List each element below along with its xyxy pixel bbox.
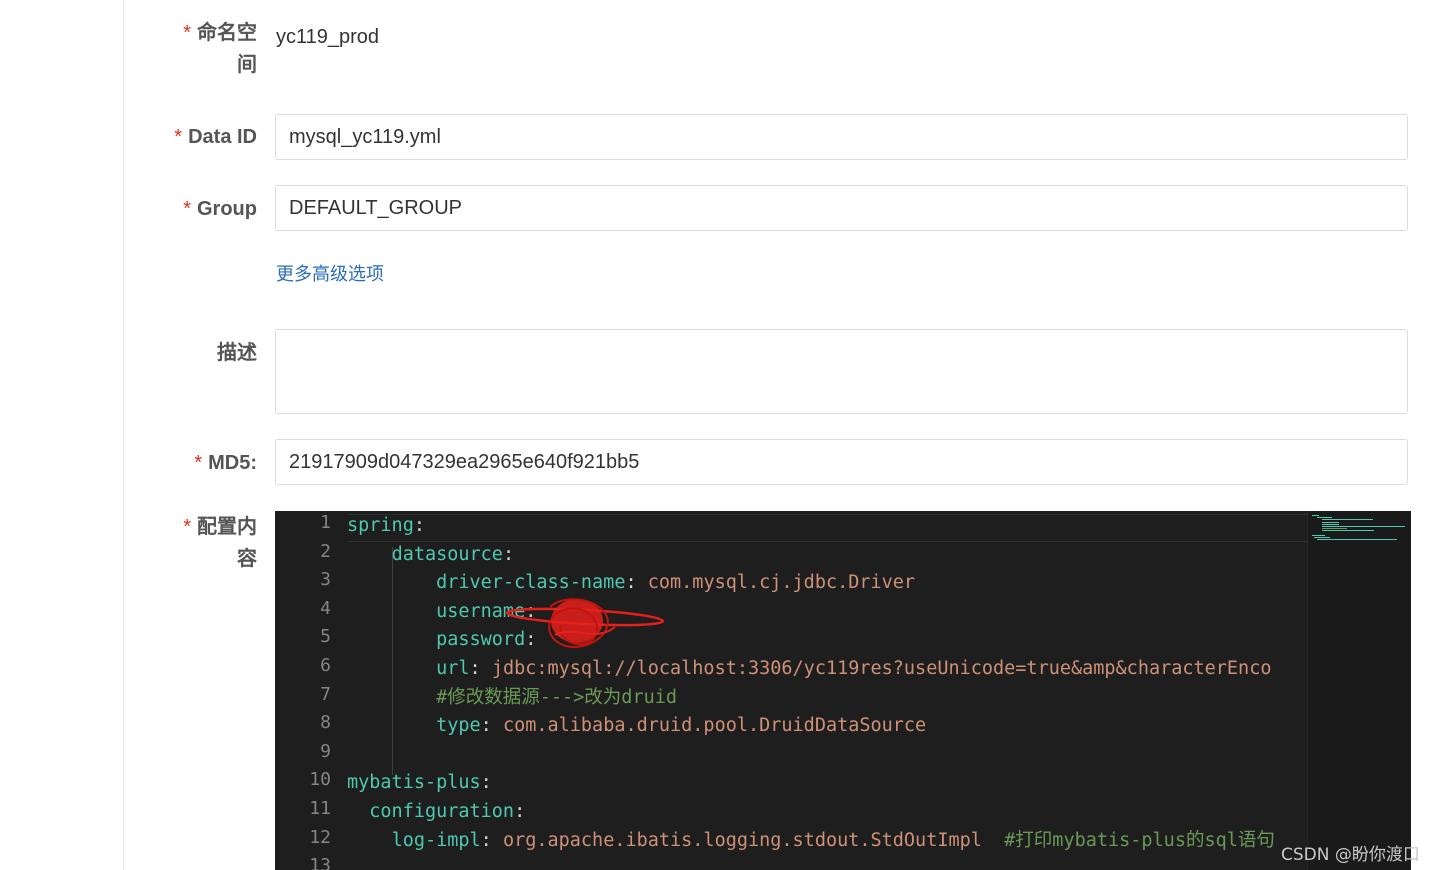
minimap-line bbox=[1321, 523, 1339, 525]
description-textarea[interactable] bbox=[275, 329, 1408, 414]
group-input[interactable]: DEFAULT_GROUP bbox=[275, 185, 1408, 231]
required-marker: * bbox=[194, 452, 203, 474]
line-number: 5 bbox=[320, 626, 331, 648]
line-number: 13 bbox=[309, 855, 331, 870]
line-number: 7 bbox=[320, 683, 331, 705]
code-line: type: com.alibaba.druid.pool.DruidDataSo… bbox=[347, 712, 926, 740]
code-line: configuration: bbox=[347, 798, 525, 826]
required-marker: * bbox=[183, 22, 191, 44]
code-line: #修改数据源--->改为druid bbox=[347, 684, 677, 712]
yaml-comment: #打印mybatis-plus的sql语句 bbox=[981, 829, 1275, 851]
yaml-value: com.mysql.cj.jdbc.Driver bbox=[647, 572, 916, 594]
code-line: password: bbox=[347, 626, 536, 654]
line-number: 8 bbox=[320, 712, 331, 734]
minimap-line bbox=[1312, 534, 1325, 536]
required-marker: * bbox=[174, 126, 183, 148]
yaml-key: datasource bbox=[391, 543, 503, 565]
code-line: spring: bbox=[347, 512, 425, 540]
data-id-label: * Data ID bbox=[174, 126, 257, 148]
code-content-area[interactable]: spring: datasource: driver-class-name: c… bbox=[347, 511, 1307, 870]
line-number: 6 bbox=[320, 655, 331, 676]
config-content-label: * 配置内 容 bbox=[183, 516, 257, 570]
config-edit-page: * 命名空 间 yc119_prod * Data ID mysql_yc119.y… bbox=[0, 0, 1431, 870]
minimap-line bbox=[1316, 539, 1397, 541]
code-line: driver-class-name: com.mysql.cj.jdbc.Dri… bbox=[347, 569, 915, 597]
yaml-separator: : bbox=[525, 600, 537, 622]
line-number: 1 bbox=[320, 512, 331, 533]
csdn-watermark: CSDN @盼你渡口 bbox=[1281, 845, 1420, 865]
yaml-separator: : bbox=[480, 829, 503, 851]
yaml-key: spring bbox=[347, 515, 414, 536]
advanced-options-link[interactable]: 更多高级选项 bbox=[276, 260, 384, 286]
yaml-key: type bbox=[436, 715, 481, 737]
yaml-separator: : bbox=[502, 543, 515, 565]
yaml-value: com.alibaba.druid.pool.DruidDataSource bbox=[502, 715, 927, 737]
md5-input[interactable]: 21917909d047329ea2965e640f921bb5 bbox=[275, 439, 1408, 485]
namespace-value: yc119_prod bbox=[276, 26, 380, 48]
line-number: 12 bbox=[309, 826, 331, 848]
data-id-input[interactable]: mysql_yc119.yml bbox=[275, 114, 1408, 160]
yaml-key: log-impl bbox=[391, 829, 481, 851]
minimap-line bbox=[1321, 521, 1339, 523]
yaml-separator: : bbox=[625, 572, 648, 594]
yaml-separator: : bbox=[413, 515, 425, 536]
line-number: 9 bbox=[320, 740, 331, 762]
yaml-key: url bbox=[436, 658, 470, 679]
line-number-gutter: 1 2 3 4 5 6 7 8 9 10 11 12 13 bbox=[275, 511, 341, 870]
line-number: 4 bbox=[320, 597, 331, 619]
code-line: datasource: bbox=[347, 541, 515, 569]
md5-label: * MD5: bbox=[194, 452, 257, 474]
yaml-key: username bbox=[436, 600, 526, 622]
line-number: 10 bbox=[309, 769, 331, 791]
yaml-separator: : bbox=[480, 715, 503, 737]
line-number: 3 bbox=[320, 569, 331, 591]
code-editor[interactable]: 1 2 3 4 5 6 7 8 9 10 11 12 13 spring: datasource: dr… bbox=[275, 511, 1411, 870]
yaml-separator: : bbox=[480, 772, 492, 794]
yaml-value: jdbc:mysql://localhost:3306/yc119res?use… bbox=[491, 658, 1272, 679]
required-marker: * bbox=[183, 516, 191, 538]
namespace-label: * 命名空 间 bbox=[183, 22, 257, 76]
minimap-line bbox=[1316, 517, 1332, 519]
code-line: url: jdbc:mysql://localhost:3306/yc119re… bbox=[347, 655, 1271, 683]
description-label: 描述 bbox=[217, 342, 257, 364]
yaml-key: mybatis-plus bbox=[347, 772, 481, 794]
minimap-line bbox=[1314, 537, 1331, 538]
current-line-highlight bbox=[347, 514, 1307, 542]
minimap-line bbox=[1321, 530, 1374, 532]
line-number: 11 bbox=[309, 798, 331, 819]
code-line: log-impl: org.apache.ibatis.logging.stdo… bbox=[347, 827, 1275, 855]
required-marker: * bbox=[183, 198, 191, 220]
yaml-value: org.apache.ibatis.logging.stdout.StdOutI… bbox=[502, 829, 982, 851]
yaml-comment: #修改数据源--->改为druid bbox=[436, 686, 677, 708]
yaml-separator: : bbox=[469, 658, 492, 679]
yaml-key: password bbox=[436, 629, 526, 651]
group-label: * Group bbox=[183, 198, 257, 220]
minimap-line bbox=[1321, 526, 1405, 527]
yaml-key: driver-class-name bbox=[436, 572, 626, 594]
yaml-separator: : bbox=[525, 629, 537, 651]
minimap-line bbox=[1321, 528, 1347, 530]
code-line: mybatis-plus: bbox=[347, 769, 492, 797]
minimap-line bbox=[1321, 519, 1373, 521]
editor-minimap[interactable] bbox=[1307, 511, 1411, 870]
minimap-line bbox=[1312, 515, 1319, 516]
yaml-key: configuration bbox=[369, 801, 515, 822]
code-line: username: bbox=[347, 598, 536, 626]
yaml-separator: : bbox=[514, 801, 526, 822]
line-number: 2 bbox=[320, 540, 331, 562]
